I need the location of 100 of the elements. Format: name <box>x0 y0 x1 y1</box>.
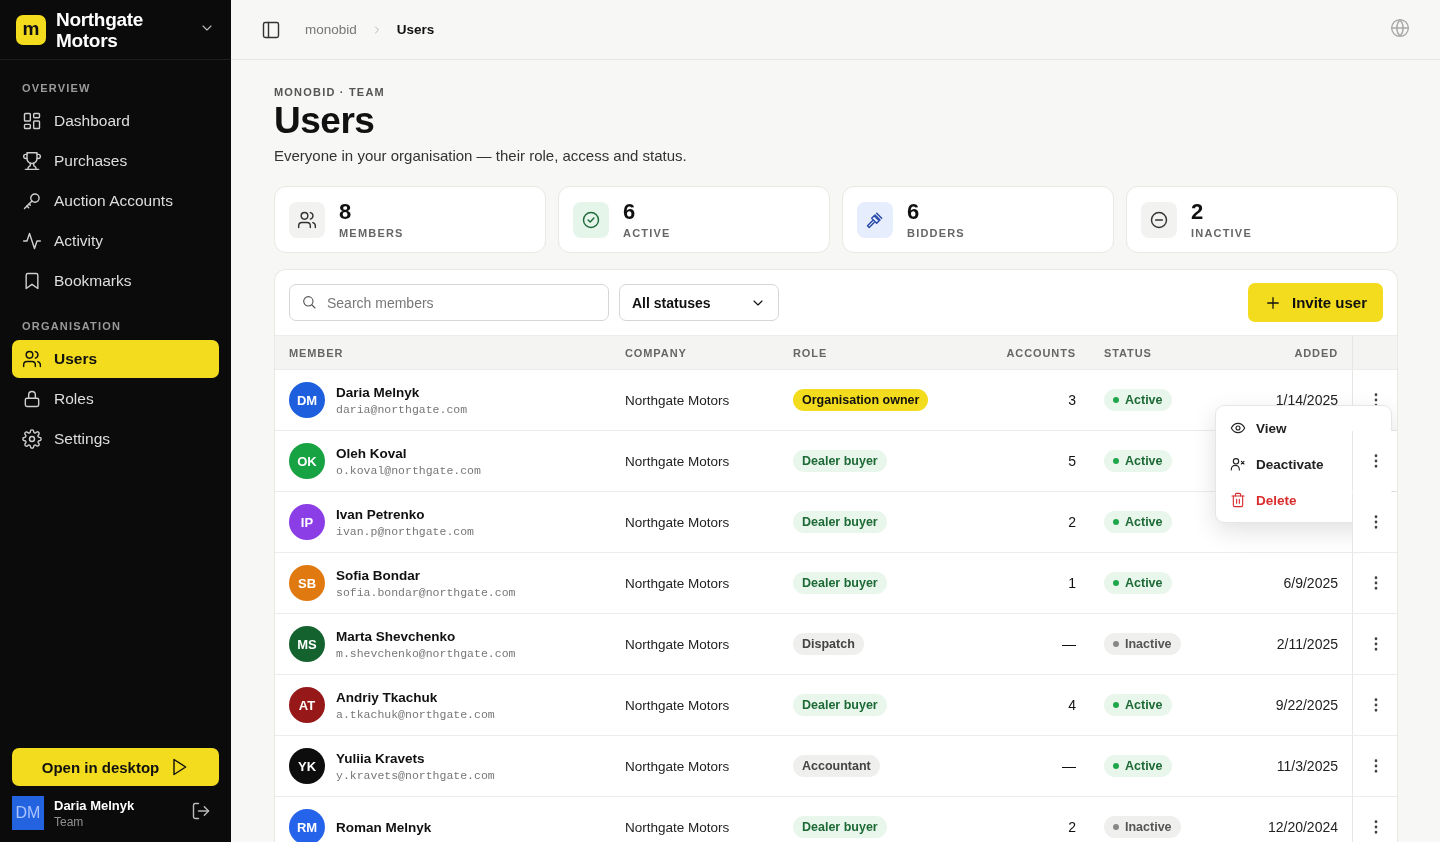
account-count: 1 <box>1068 575 1076 591</box>
lock-icon <box>22 389 42 409</box>
account-count: 5 <box>1068 453 1076 469</box>
eye-icon <box>1230 420 1246 436</box>
breadcrumb-item: Users <box>396 22 435 37</box>
breadcrumb-item[interactable]: monobid <box>305 22 357 37</box>
menu-item[interactable]: Deactivate <box>1216 446 1351 482</box>
added-date: 9/22/2025 <box>1275 697 1338 713</box>
account-count: — <box>1062 636 1076 652</box>
users-icon <box>297 209 317 230</box>
role-tag: Dealer buyer <box>793 816 887 838</box>
sidebar-item[interactable]: Activity <box>12 222 219 260</box>
column-header: ACCOUNTS <box>1006 346 1076 359</box>
member-email: o.koval@northgate.com <box>336 463 481 477</box>
added-date: 12/20/2024 <box>1267 819 1338 835</box>
column-header: COMPANY <box>625 346 687 359</box>
key-icon <box>22 191 42 211</box>
company-name: Northgate Motors <box>625 514 730 530</box>
menu-item[interactable]: Delete <box>1216 482 1351 518</box>
sidebar-item[interactable]: Settings <box>12 420 219 458</box>
sidebar-item[interactable]: Purchases <box>12 142 219 180</box>
role-tag: Dealer buyer <box>793 511 887 533</box>
stat-label: MEMBERS <box>339 227 404 239</box>
menu-item[interactable]: View <box>1216 410 1391 446</box>
status-tag: Active <box>1104 450 1172 472</box>
member-avatar: SB <box>289 565 325 601</box>
minus-circle-icon <box>1149 209 1169 230</box>
added-date: 11/3/2025 <box>1276 758 1338 774</box>
sidebar-item[interactable]: Users <box>12 340 219 378</box>
stat-label: BIDDERS <box>907 227 965 239</box>
status-tag: Inactive <box>1104 633 1181 655</box>
role-tag: Organisation owner <box>793 389 929 411</box>
trophy-icon <box>22 151 42 171</box>
sidebar-toggle-icon[interactable] <box>261 19 281 40</box>
status-tag: Active <box>1104 572 1172 594</box>
status-tag: Active <box>1104 755 1172 777</box>
stat-value: 6 <box>623 200 637 224</box>
check-circle-icon <box>581 209 601 230</box>
stat-value: 2 <box>1191 200 1205 224</box>
added-date: 6/9/2025 <box>1283 575 1338 591</box>
brand-logo: m <box>16 14 46 45</box>
sidebar-item[interactable]: Bookmarks <box>12 262 219 300</box>
member-name: Roman Melnyk <box>336 819 432 835</box>
status-tag: Inactive <box>1104 816 1181 838</box>
member-name: Andriy Tkachuk <box>336 689 439 705</box>
account-count: 3 <box>1068 392 1076 408</box>
company-name: Northgate Motors <box>625 819 730 835</box>
open-desktop-button[interactable]: Open in desktop <box>12 748 219 786</box>
member-avatar: RM <box>289 809 325 842</box>
column-header: ROLE <box>793 346 828 359</box>
company-name: Northgate Motors <box>625 575 730 591</box>
account-count: — <box>1062 758 1076 774</box>
status-tag: Active <box>1104 511 1172 533</box>
activity-icon <box>22 231 42 251</box>
account-count: 4 <box>1068 697 1076 713</box>
member-email: sofia.bondar@northgate.com <box>336 585 516 599</box>
member-avatar: DM <box>289 382 325 418</box>
stat-value: 8 <box>339 200 353 224</box>
stat-label: ACTIVE <box>623 227 671 239</box>
dashboard-icon <box>22 111 42 131</box>
member-avatar: MS <box>289 626 325 662</box>
stat-label: INACTIVE <box>1191 227 1252 239</box>
section-label: ORGANISATION <box>21 319 123 334</box>
member-avatar: IP <box>289 504 325 540</box>
member-name: Oleh Koval <box>336 445 408 461</box>
member-email: y.kravets@northgate.com <box>336 768 495 782</box>
member-name: Yuliia Kravets <box>336 750 426 766</box>
logout-icon[interactable] <box>191 801 211 821</box>
column-header: STATUS <box>1104 346 1152 359</box>
company-name: Northgate Motors <box>625 392 730 408</box>
member-email: m.shevchenko@northgate.com <box>336 646 516 660</box>
role-tag: Dealer buyer <box>793 694 887 716</box>
page-eyebrow: MONOBID · TEAM <box>274 86 386 98</box>
user-role: Team <box>54 814 85 829</box>
stat-value: 6 <box>907 200 921 224</box>
status-tag: Active <box>1104 389 1172 411</box>
sidebar-item[interactable]: Auction Accounts <box>12 182 219 220</box>
invite-user-button[interactable]: Invite user <box>1247 283 1383 322</box>
users-icon <box>22 349 42 369</box>
user-remove-icon <box>1230 456 1246 472</box>
bookmark-icon <box>22 271 42 291</box>
role-tag: Dealer buyer <box>793 450 887 472</box>
member-name: Sofia Bondar <box>336 567 421 583</box>
account-count: 2 <box>1068 819 1076 835</box>
sidebar-item[interactable]: Roles <box>12 380 219 418</box>
member-avatar: AT <box>289 687 325 723</box>
section-label: OVERVIEW <box>21 81 92 96</box>
trash-icon <box>1230 492 1246 508</box>
role-tag: Dispatch <box>793 633 864 655</box>
column-header: ADDED <box>1294 346 1338 359</box>
member-email: a.tkachuk@northgate.com <box>336 707 495 721</box>
company-name: Northgate Motors <box>625 453 730 469</box>
account-count: 2 <box>1068 514 1076 530</box>
search-field[interactable]: Search members <box>289 284 609 321</box>
member-name: Marta Shevchenko <box>336 628 457 644</box>
sidebar-item[interactable]: Dashboard <box>12 102 219 140</box>
user-avatar: DM <box>12 796 44 830</box>
page-subtitle: Everyone in your organisation — their role, access and status. <box>274 147 688 164</box>
column-header: MEMBER <box>289 346 344 359</box>
status-filter-dropdown[interactable]: All statuses <box>619 284 779 321</box>
